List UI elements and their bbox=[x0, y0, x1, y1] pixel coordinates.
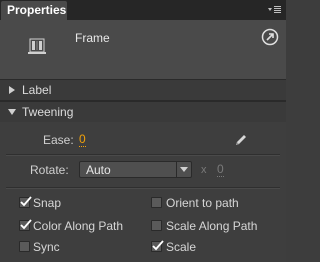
edit-ease-pencil-icon[interactable] bbox=[234, 133, 248, 147]
chevron-down-icon bbox=[176, 162, 191, 177]
color-along-path-label: Color Along Path bbox=[33, 219, 124, 233]
orient-to-path-checkbox[interactable] bbox=[151, 197, 162, 208]
snap-label: Snap bbox=[33, 196, 62, 210]
color-along-path-checkbox[interactable] bbox=[19, 219, 32, 231]
snap-checkbox[interactable] bbox=[19, 196, 32, 208]
scale-checkbox[interactable] bbox=[151, 240, 164, 252]
scale-along-path-label: Scale Along Path bbox=[166, 219, 258, 233]
edit-symbol-icon[interactable] bbox=[261, 28, 279, 46]
divider bbox=[6, 187, 280, 189]
rotate-times-symbol: x bbox=[201, 164, 207, 176]
section-tweening-title: Tweening bbox=[22, 105, 74, 119]
chevron-down-icon bbox=[8, 109, 16, 115]
panel-menu-icon[interactable] bbox=[266, 3, 282, 17]
rotate-label: Rotate: bbox=[30, 163, 69, 177]
section-label-title: Label bbox=[22, 83, 52, 97]
ease-value[interactable]: 0 bbox=[79, 133, 86, 147]
orient-to-path-label: Orient to path bbox=[166, 196, 239, 210]
sync-checkbox[interactable] bbox=[19, 241, 30, 252]
section-tweening-header[interactable]: Tweening bbox=[0, 101, 286, 123]
sync-label: Sync bbox=[33, 240, 60, 254]
symbol-info: Frame bbox=[0, 20, 286, 80]
tween-span-icon bbox=[27, 37, 47, 57]
scale-along-path-checkbox[interactable] bbox=[151, 220, 162, 231]
divider bbox=[6, 154, 280, 156]
ease-label: Ease: bbox=[43, 133, 74, 147]
rotate-select[interactable]: Auto bbox=[79, 161, 192, 178]
tab-properties[interactable]: Properties bbox=[1, 1, 67, 20]
chevron-right-icon bbox=[9, 86, 15, 94]
section-label-header[interactable]: Label bbox=[0, 79, 286, 101]
symbol-name: Frame bbox=[75, 31, 110, 45]
rotate-count-value[interactable]: 0 bbox=[217, 163, 224, 177]
scale-label: Scale bbox=[166, 240, 197, 254]
panel-tab-bar: Properties bbox=[0, 0, 286, 20]
rotate-selected-value: Auto bbox=[86, 163, 111, 177]
tweening-properties: Ease: 0 Rotate: Auto x 0 Snap Orient to … bbox=[0, 122, 286, 262]
